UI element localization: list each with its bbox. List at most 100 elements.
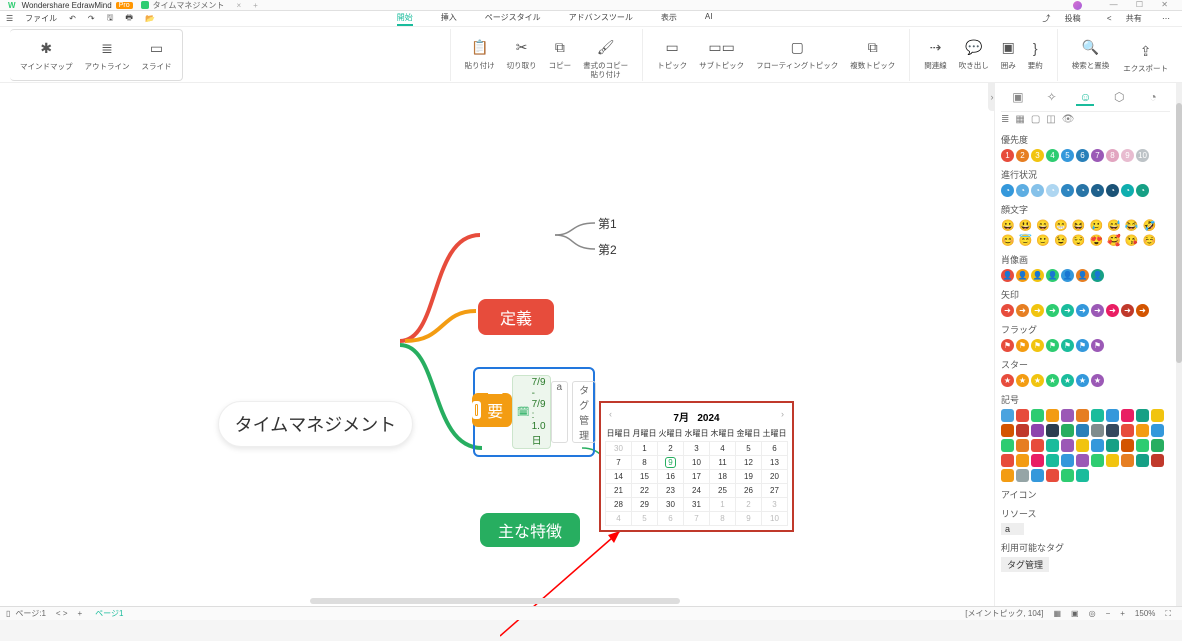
footer-zoom-in[interactable]: + [1120, 609, 1125, 618]
priority-dot[interactable]: 2 [1016, 149, 1029, 162]
multi-topic-button[interactable]: ⧉複数トピック [850, 33, 895, 70]
calendar-cell[interactable]: 30 [606, 442, 632, 456]
post-button[interactable]: ⤴ 投稿 [1036, 14, 1086, 23]
symbol-item[interactable] [1046, 409, 1059, 422]
emoji-item[interactable]: 😍 [1090, 234, 1104, 247]
calendar-cell[interactable]: 27 [762, 484, 788, 498]
view-outline-button[interactable]: ≣アウトライン [85, 34, 130, 71]
account-avatar[interactable] [1073, 1, 1082, 10]
calendar-cell[interactable]: 31 [684, 498, 710, 512]
emoji-item[interactable]: ☺️ [1143, 234, 1157, 247]
symbol-item[interactable] [1151, 424, 1164, 437]
calendar-prev-icon[interactable]: ‹ [609, 409, 612, 419]
emoji-item[interactable]: 😌 [1072, 234, 1086, 247]
calendar-cell[interactable]: 7 [606, 456, 632, 470]
calendar-cell[interactable]: 30 [658, 498, 684, 512]
star-dot[interactable]: ★ [1031, 374, 1044, 387]
document-tab[interactable]: タイムマネジメント [141, 0, 225, 11]
emoji-item[interactable]: 😆 [1072, 219, 1086, 232]
symbol-item[interactable] [1031, 454, 1044, 467]
symbol-item[interactable] [1121, 409, 1134, 422]
footer-fit-icon[interactable]: ▣ [1071, 609, 1079, 618]
topic-button[interactable]: ▭トピック [657, 33, 687, 70]
arrow-dot[interactable]: ➜ [1076, 304, 1089, 317]
calendar-cell[interactable]: 4 [606, 512, 632, 526]
emoji-item[interactable]: 😅 [1107, 219, 1121, 232]
symbol-item[interactable] [1076, 424, 1089, 437]
star-dot[interactable]: ★ [1076, 374, 1089, 387]
progress-dot[interactable]: ◔ [1046, 184, 1059, 197]
progress-dot[interactable]: ◔ [1016, 184, 1029, 197]
progress-dot[interactable]: ◔ [1136, 184, 1149, 197]
footer-page-nav[interactable]: < > [56, 609, 68, 618]
calendar-cell[interactable]: 9 [658, 456, 684, 470]
portrait-dot[interactable]: 👤 [1061, 269, 1074, 282]
symbol-item[interactable] [1106, 424, 1119, 437]
flag-dot[interactable]: ⚑ [1061, 339, 1074, 352]
footer-focus-icon[interactable]: ◎ [1089, 609, 1096, 618]
star-dot[interactable]: ★ [1001, 374, 1014, 387]
tab-insert[interactable]: 挿入 [441, 12, 457, 26]
emoji-item[interactable]: 😉 [1054, 234, 1068, 247]
priority-dot[interactable]: 8 [1106, 149, 1119, 162]
footer-zoom-value[interactable]: 150% [1135, 609, 1155, 618]
menu-file[interactable]: ファイル [25, 13, 57, 24]
menu-burger-icon[interactable]: ☰ [6, 14, 13, 23]
canvas-h-scrollbar[interactable] [310, 598, 680, 604]
flag-dot[interactable]: ⚑ [1031, 339, 1044, 352]
tab-ai[interactable]: AI [705, 12, 713, 26]
calendar-cell[interactable]: 6 [762, 442, 788, 456]
symbol-item[interactable] [1091, 439, 1104, 452]
emoji-item[interactable]: 😂 [1125, 219, 1139, 232]
portrait-dot[interactable]: 👤 [1016, 269, 1029, 282]
symbol-item[interactable] [1061, 454, 1074, 467]
flag-dot[interactable]: ⚑ [1076, 339, 1089, 352]
progress-dot[interactable]: ◔ [1031, 184, 1044, 197]
tag-mgmt-button[interactable]: タグ管理 [1001, 557, 1049, 572]
emoji-item[interactable]: 🤣 [1143, 219, 1157, 232]
calendar-cell[interactable]: 17 [684, 470, 710, 484]
subnode-red-1[interactable]: 第1 [598, 215, 617, 232]
symbol-item[interactable] [1001, 424, 1014, 437]
progress-dot[interactable]: ◔ [1091, 184, 1104, 197]
tab-start[interactable]: 開始 [397, 12, 413, 26]
symbol-item[interactable] [1031, 409, 1044, 422]
arrow-dot[interactable]: ➜ [1136, 304, 1149, 317]
calendar-cell[interactable]: 8 [632, 456, 658, 470]
summary-button[interactable]: }要約 [1028, 33, 1043, 70]
calendar-cell[interactable]: 1 [632, 442, 658, 456]
tab-advanced[interactable]: アドバンスツール [569, 12, 633, 26]
export-button[interactable]: ⇪エクスポート [1123, 36, 1168, 73]
share-button[interactable]: < 共有 [1101, 14, 1148, 23]
symbol-item[interactable] [1001, 469, 1014, 482]
calendar-cell[interactable]: 16 [658, 470, 684, 484]
calendar-cell[interactable]: 5 [736, 442, 762, 456]
symbol-item[interactable] [1076, 409, 1089, 422]
root-node[interactable]: タイムマネジメント [218, 401, 413, 447]
symbol-item[interactable] [1151, 454, 1164, 467]
calendar-cell[interactable]: 25 [710, 484, 736, 498]
progress-dot[interactable]: ◔ [1121, 184, 1134, 197]
priority-dot[interactable]: 6 [1076, 149, 1089, 162]
calendar-cell[interactable]: 13 [762, 456, 788, 470]
symbol-item[interactable] [1061, 439, 1074, 452]
calendar-cell[interactable]: 19 [736, 470, 762, 484]
symbol-item[interactable] [1091, 409, 1104, 422]
format-paste-button[interactable]: 🖌書式のコピー 貼り付け [583, 33, 628, 79]
branch-node-red[interactable]: 定義 [478, 299, 554, 335]
portrait-dot[interactable]: 👤 [1046, 269, 1059, 282]
symbol-item[interactable] [1136, 439, 1149, 452]
symbol-item[interactable] [1016, 454, 1029, 467]
symbol-item[interactable] [1121, 439, 1134, 452]
footer-page-label[interactable]: ページ1 [95, 608, 123, 619]
redo-button[interactable]: ↷ [88, 14, 95, 23]
close-tab-icon[interactable]: × [236, 1, 241, 10]
symbol-item[interactable] [1106, 439, 1119, 452]
view-slide-button[interactable]: ▭スライド [142, 34, 172, 71]
calendar-cell[interactable]: 12 [736, 456, 762, 470]
star-dot[interactable]: ★ [1046, 374, 1059, 387]
symbol-item[interactable] [1136, 409, 1149, 422]
emoji-item[interactable]: 🥲 [1090, 219, 1104, 232]
window-controls[interactable]: — ☐ ✕ [1110, 0, 1176, 9]
calendar-cell[interactable]: 2 [736, 498, 762, 512]
